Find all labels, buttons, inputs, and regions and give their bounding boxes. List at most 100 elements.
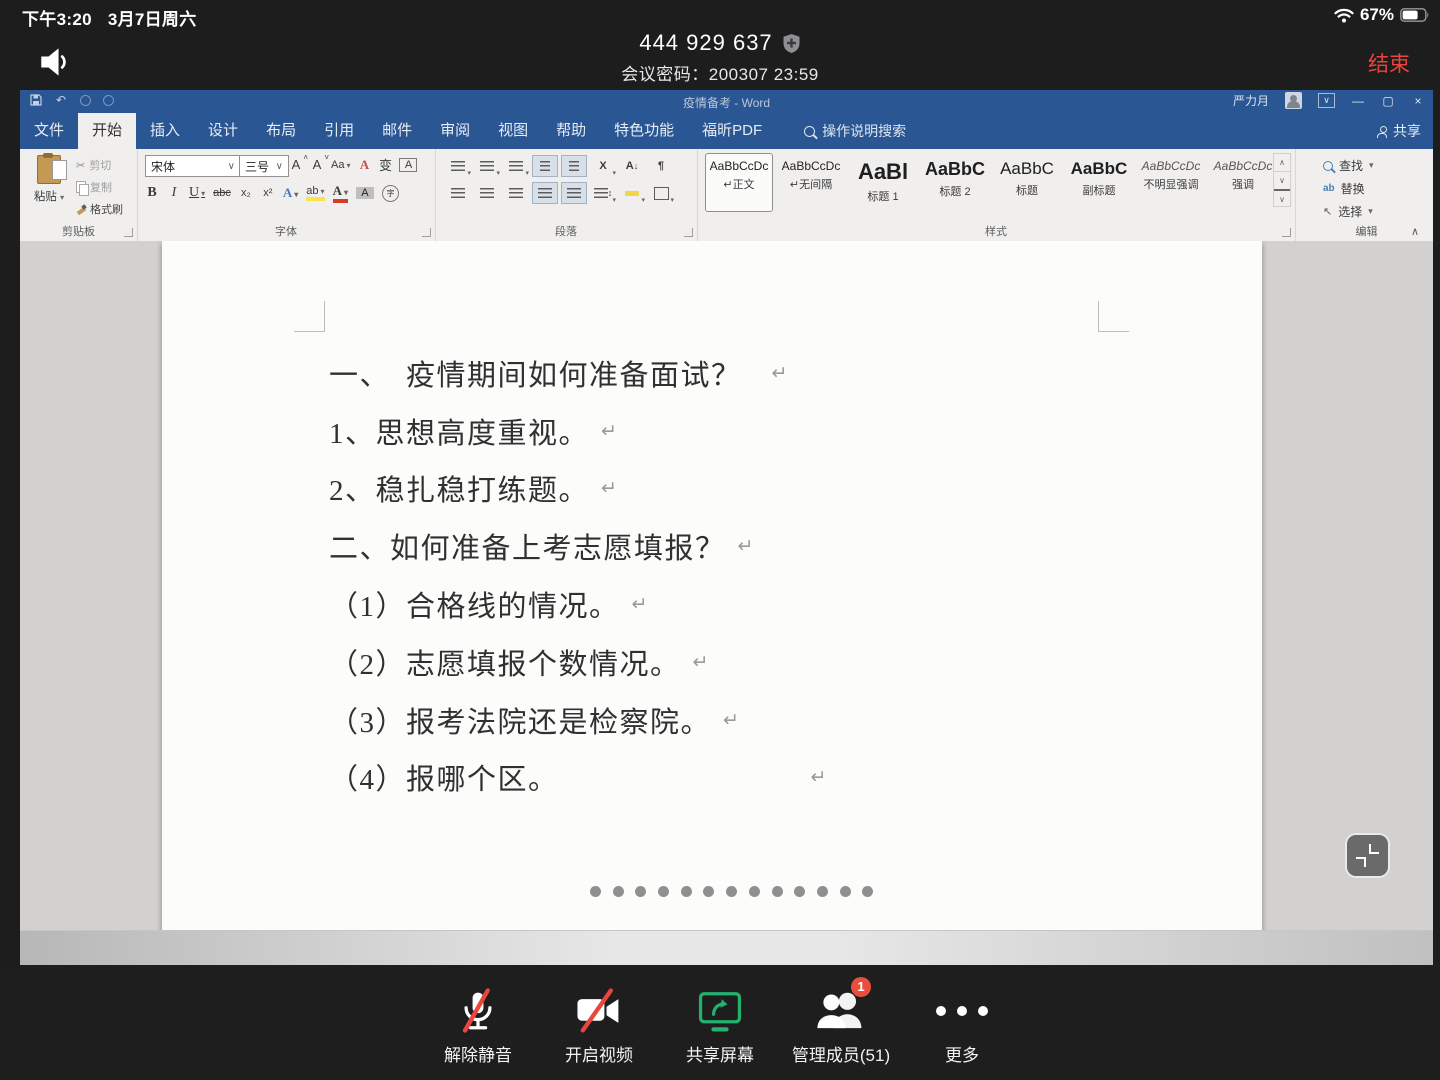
battery-icon <box>1400 8 1430 22</box>
underline-button[interactable]: U <box>189 185 205 201</box>
style-no-spacing[interactable]: AaBbCcDc ↵无间隔 <box>777 153 845 212</box>
maximize-button[interactable]: ▢ <box>1381 94 1395 108</box>
style-normal[interactable]: AaBbCcDc ↵正文 <box>705 153 773 212</box>
show-hide-marks-button[interactable]: ¶ <box>648 155 674 177</box>
find-label: 查找 <box>1339 157 1363 174</box>
copy-button[interactable]: 复制 <box>76 179 123 195</box>
format-painter-button[interactable]: 格式刷 <box>76 201 123 217</box>
styles-more-icon[interactable]: ∨ <box>1274 189 1290 208</box>
style-emphasis[interactable]: AaBbCcDc 强调 <box>1209 153 1277 212</box>
shading-button[interactable] <box>619 182 645 204</box>
strikethrough-button[interactable]: abc <box>213 187 231 199</box>
font-color-button[interactable]: A <box>333 183 348 203</box>
more-button[interactable]: 更多 <box>906 983 1018 1066</box>
shrink-share-view-button[interactable] <box>1347 835 1388 876</box>
tab-home[interactable]: 开始 <box>78 113 136 149</box>
character-border-button[interactable]: A <box>399 158 417 172</box>
highlight-button[interactable]: ab <box>306 185 324 201</box>
subscript-button[interactable]: x₂ <box>239 187 253 199</box>
paragraph-group-label: 段落 <box>435 223 697 239</box>
character-shading-button[interactable]: A <box>356 187 374 199</box>
shield-icon[interactable] <box>782 33 801 54</box>
decrease-indent-button[interactable] <box>532 155 558 177</box>
align-left-button[interactable] <box>445 182 471 204</box>
styles-scroll-up-icon[interactable]: ∧ <box>1274 154 1290 171</box>
tab-insert[interactable]: 插入 <box>136 113 194 149</box>
change-case-button[interactable]: Aa <box>331 159 350 171</box>
battery-percent: 67% <box>1360 5 1394 25</box>
tell-me-search[interactable]: 操作说明搜索 <box>804 113 906 149</box>
clipboard-group-label: 剪贴板 <box>20 223 137 239</box>
cut-button[interactable]: ✂剪切 <box>76 157 123 173</box>
doc-line: 1、思想高度重视。↵ <box>329 402 826 460</box>
copy-label: 复制 <box>90 179 112 195</box>
font-dialog-launcher[interactable] <box>422 228 431 237</box>
manage-members-button[interactable]: 1 管理成员(51) <box>785 983 897 1066</box>
ribbon-display-options-icon[interactable]: ∨ <box>1318 93 1335 108</box>
justify-button[interactable] <box>532 182 558 204</box>
tab-design[interactable]: 设计 <box>194 113 252 149</box>
shrink-font-button[interactable]: A˅ <box>310 157 324 172</box>
document-page[interactable]: 一、 疫情期间如何准备面试？↵ 1、思想高度重视。↵ 2、稳扎稳打练题。↵ 二、… <box>162 241 1262 933</box>
tab-mailings[interactable]: 邮件 <box>368 113 426 149</box>
increase-indent-button[interactable] <box>561 155 587 177</box>
unmute-button[interactable]: 解除静音 <box>422 983 534 1066</box>
style-subtitle[interactable]: AaBbC 副标题 <box>1065 153 1133 212</box>
tab-special-features[interactable]: 特色功能 <box>600 113 688 149</box>
close-button[interactable]: × <box>1411 94 1425 108</box>
minimize-button[interactable]: — <box>1351 94 1365 108</box>
multilevel-list-button[interactable] <box>503 155 529 177</box>
paste-button[interactable]: 粘贴 ▾ <box>28 155 70 204</box>
share-screen-button[interactable]: 共享屏幕 <box>664 983 776 1066</box>
styles-scroll-down-icon[interactable]: ∨ <box>1274 171 1290 189</box>
style-heading-2[interactable]: AaBbC 标题 2 <box>921 153 989 212</box>
bullets-button[interactable] <box>445 155 471 177</box>
replace-button[interactable]: ab 替换 <box>1323 180 1365 197</box>
paragraph-group: X A↓ ¶ ↕ 段落 <box>435 149 698 241</box>
font-name-combo[interactable]: 宋体 <box>145 155 241 177</box>
paragraph-mark-icon: ↵ <box>632 593 648 615</box>
word-title-bar: ↶ 疫情备考 - Word 严力月 ∨ — ▢ × <box>20 90 1433 113</box>
style-heading-1[interactable]: AaBl 标题 1 <box>849 153 917 212</box>
style-subtle-emphasis[interactable]: AaBbCcDc 不明显强调 <box>1137 153 1205 212</box>
window-bottom-strip <box>20 930 1433 965</box>
distribute-button[interactable] <box>561 182 587 204</box>
line-spacing-button[interactable]: ↕ <box>590 182 616 204</box>
italic-button[interactable]: I <box>167 185 181 201</box>
grow-font-button[interactable]: A˄ <box>289 157 303 172</box>
tab-layout[interactable]: 布局 <box>252 113 310 149</box>
superscript-button[interactable]: x² <box>261 187 275 199</box>
asian-layout-button[interactable]: X <box>590 155 616 177</box>
tab-references[interactable]: 引用 <box>310 113 368 149</box>
paragraph-dialog-launcher[interactable] <box>684 228 693 237</box>
phonetic-guide-button[interactable]: A <box>357 157 371 173</box>
sort-button[interactable]: A↓ <box>619 155 645 177</box>
clipboard-dialog-launcher[interactable] <box>124 228 133 237</box>
tab-view[interactable]: 视图 <box>484 113 542 149</box>
page-indicator-dots <box>590 886 873 897</box>
find-button[interactable]: 查找▾ <box>1323 157 1374 174</box>
tab-help[interactable]: 帮助 <box>542 113 600 149</box>
styles-dialog-launcher[interactable] <box>1282 228 1291 237</box>
avatar[interactable] <box>1285 92 1302 109</box>
character-scale-button[interactable]: 变 <box>378 155 392 174</box>
align-center-button[interactable] <box>474 182 500 204</box>
bold-button[interactable]: B <box>145 185 159 201</box>
page-dot <box>862 886 873 897</box>
collapse-ribbon-icon[interactable]: ∧ <box>1411 225 1419 238</box>
numbering-button[interactable] <box>474 155 500 177</box>
align-right-button[interactable] <box>503 182 529 204</box>
enclose-characters-button[interactable]: 字 <box>382 185 399 202</box>
tab-foxit-pdf[interactable]: 福昕PDF <box>688 113 776 149</box>
font-size-combo[interactable]: 三号 <box>239 155 289 177</box>
text-effects-button[interactable]: A <box>283 185 298 201</box>
end-meeting-button[interactable]: 结束 <box>1368 48 1410 78</box>
start-video-button[interactable]: 开启视频 <box>543 983 655 1066</box>
tab-review[interactable]: 审阅 <box>426 113 484 149</box>
borders-button[interactable] <box>648 182 674 204</box>
tab-file[interactable]: 文件 <box>20 113 78 149</box>
style-title[interactable]: AaBbC 标题 <box>993 153 1061 212</box>
share-button[interactable]: 共享 <box>1377 113 1421 149</box>
decrease-indent-icon <box>540 161 550 172</box>
select-button[interactable]: ↖ 选择▾ <box>1323 203 1373 220</box>
